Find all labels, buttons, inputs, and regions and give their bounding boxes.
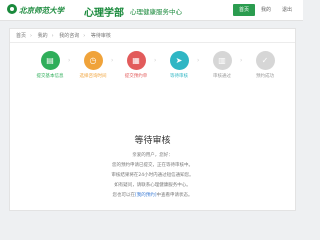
message-line-link: 您也可以在[我的预约]中查看申请状态。 (10, 191, 295, 201)
calendar-icon: ▦ (126, 51, 146, 70)
breadcrumb-separator: › (83, 33, 86, 39)
top-nav: 首页 我的 退出 (233, 4, 297, 16)
arrow-icon: › (240, 57, 243, 64)
progress-steps: ▤ 提交基本信息 › ◷ 选择咨询时间 › ▦ 提交预约单 › ➤ 等待审核 ›… (10, 51, 295, 91)
breadcrumb-separator: › (30, 33, 33, 39)
send-icon: ➤ (169, 51, 189, 70)
message-line: 如有疑问，请联系心理健康服务中心。 (114, 183, 191, 188)
document-icon: ▥ (212, 51, 232, 70)
breadcrumb-consult[interactable]: 我的咨询 (59, 33, 79, 39)
message-line: 审核结果将在24小时内通过短信通知您。 (111, 173, 194, 178)
nav-logout-button[interactable]: 退出 (277, 4, 297, 16)
nav-home-button[interactable]: 首页 (233, 4, 255, 16)
message-line: 您的预约申请已提交，正在等待审核中。 (112, 163, 193, 168)
step-approved: ▥ 审核通过 (204, 51, 240, 79)
step-label: 等待审核 (170, 74, 188, 79)
step-submit-info: ▤ 提交基本信息 (32, 51, 68, 79)
step-label: 审核通过 (213, 74, 231, 79)
breadcrumb-mine[interactable]: 我的 (38, 33, 48, 39)
nav-mine-button[interactable]: 我的 (255, 4, 277, 16)
id-card-icon: ▤ (40, 51, 60, 70)
step-select-time: ◷ 选择咨询时间 (75, 51, 111, 79)
step-waiting: ➤ 等待审核 (161, 51, 197, 79)
step-label: 选择咨询时间 (79, 74, 107, 79)
message-line: 亲爱的用户，您好： (132, 153, 173, 158)
breadcrumb-separator: › (51, 33, 54, 39)
breadcrumb: 首页 › 我的 › 我的咨询 › 等待审核 (10, 29, 295, 43)
breadcrumb-current: 等待审核 (90, 33, 111, 39)
link-suffix: 中查看申请状态。 (156, 193, 193, 198)
logo-department-name: 心理学部 (84, 8, 124, 19)
arrow-icon: › (197, 57, 200, 64)
step-label: 预约成功 (256, 74, 274, 79)
check-icon: ✓ (255, 51, 275, 70)
step-submit-form: ▦ 提交预约单 (118, 51, 154, 79)
arrow-icon: › (111, 57, 114, 64)
step-label: 提交基本信息 (36, 74, 64, 79)
my-appointments-link[interactable]: [我的预约] (135, 193, 157, 198)
logo-center-name: 心理健康服务中心 (130, 8, 182, 16)
page-title: 等待审核 (134, 136, 171, 146)
link-prefix: 您也可以在 (112, 193, 135, 198)
site-header: 北京师范大学 心理学部 心理健康服务中心 首页 我的 退出 (0, 0, 303, 21)
status-message: 亲爱的用户，您好： 您的预约申请已提交，正在等待审核中。 审核结果将在24小时内… (10, 151, 295, 201)
arrow-icon: › (68, 57, 71, 64)
content-panel: 首页 › 我的 › 我的咨询 › 等待审核 ▤ 提交基本信息 › ◷ 选择咨询时间 ›… (9, 28, 296, 211)
logo-university-name: 北京师范大学 (19, 6, 64, 15)
clock-icon: ◷ (83, 51, 103, 70)
step-success: ✓ 预约成功 (247, 51, 283, 79)
university-logo-icon (7, 4, 17, 14)
breadcrumb-home[interactable]: 首页 (16, 33, 26, 39)
step-label: 提交预约单 (124, 74, 148, 79)
arrow-icon: › (154, 57, 157, 64)
